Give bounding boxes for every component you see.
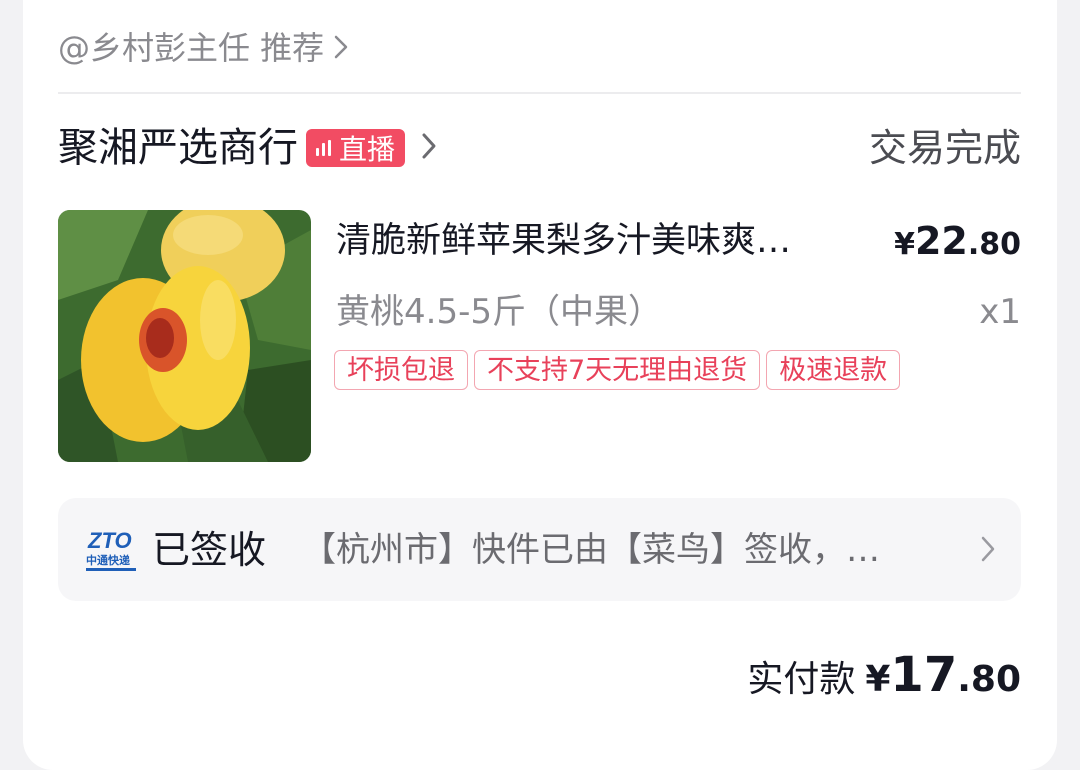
paid-integer: 17 (890, 647, 958, 703)
live-badge[interactable]: 直播 (306, 129, 406, 167)
svg-text:中通快递: 中通快递 (86, 553, 130, 567)
service-tag: 极速退款 (766, 350, 901, 390)
product-image[interactable] (58, 210, 311, 462)
currency-symbol: ¥ (894, 227, 915, 262)
logistics-bar[interactable]: ZTO 中通快递 已签收 【杭州市】快件已由【菜鸟】签收，… (58, 498, 1021, 601)
product-title[interactable]: 清脆新鲜苹果梨多汁美味爽… (336, 216, 856, 266)
product-spec: 黄桃4.5-5斤（中果） (336, 292, 662, 332)
service-tag: 坏损包退 (334, 350, 468, 390)
shop-name: 聚湘严选商行 (58, 125, 298, 171)
price-decimal: .80 (967, 227, 1021, 262)
paid-amount: 实付款 ¥17.80 (747, 644, 1021, 711)
price-integer: 22 (914, 219, 968, 263)
paid-decimal: .80 (957, 659, 1021, 700)
shop-header[interactable]: 聚湘严选商行 直播 (58, 120, 437, 176)
live-bars-icon (316, 140, 331, 156)
service-tag: 不支持7天无理由退货 (474, 350, 761, 390)
recommender-link[interactable]: @乡村彭主任 推荐 (58, 26, 348, 70)
delivery-detail: 【杭州市】快件已由【菜鸟】签收，… (302, 530, 880, 570)
zto-express-logo: ZTO 中通快递 (84, 526, 140, 574)
chevron-right-icon[interactable] (421, 132, 437, 164)
svg-text:ZTO: ZTO (87, 528, 132, 553)
delivery-status: 已签收 (152, 528, 267, 572)
recommender-text: @乡村彭主任 推荐 (58, 29, 325, 67)
currency-symbol: ¥ (865, 659, 891, 700)
chevron-right-icon (334, 26, 348, 70)
paid-label: 实付款 (747, 659, 856, 700)
divider (58, 92, 1021, 94)
service-tags: 坏损包退 不支持7天无理由退货 极速退款 (334, 350, 901, 390)
product-price: ¥22.80 (894, 216, 1021, 274)
chevron-right-icon (981, 536, 995, 566)
live-label: 直播 (339, 133, 396, 166)
order-status: 交易完成 (868, 126, 1021, 170)
product-quantity: x1 (979, 292, 1021, 332)
